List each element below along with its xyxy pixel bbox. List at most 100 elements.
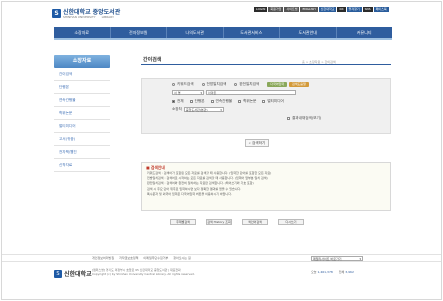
util-english[interactable]: ENGLISH — [300, 7, 318, 12]
util-sns[interactable]: SNS — [362, 7, 373, 12]
chevron-down-icon: ▾ — [359, 256, 361, 261]
search-guide-box: ■ 검색안내 키워드검색 : 검색어가 포함된 모든 자료를 검색할 때 사용합… — [141, 162, 391, 211]
library-logo[interactable]: S 신한대학교 중앙도서관 SHINHAN UNIVERSITY LIBRARY — [52, 7, 120, 19]
subject-search-button[interactable]: 주제별검색 — [170, 219, 196, 225]
search-history-button[interactable]: 검색 History 조회 — [206, 219, 232, 225]
util-join[interactable]: 회원가입 — [268, 7, 284, 12]
location-select-value: 중앙도서관(본관) — [185, 107, 208, 112]
util-kr[interactable]: KR — [337, 7, 346, 12]
search-icon: ⌕ — [248, 141, 251, 145]
scope-keyword-radio[interactable] — [172, 83, 175, 86]
multilingual-input-button[interactable]: 다국어입력 — [267, 82, 288, 87]
type-all-label: 전체 — [177, 99, 184, 103]
location-select[interactable]: 중앙도서관(본관) ▾ — [183, 107, 224, 112]
search-input[interactable]: 아마존 — [206, 90, 296, 95]
sidebar-item-multimedia[interactable]: 멀티미디어 — [54, 120, 110, 133]
scope-keyword-label: 키워드검색 — [177, 82, 194, 86]
chevron-down-icon: ▾ — [200, 90, 202, 95]
footer-link-email[interactable]: 이메일무단수집거부 — [143, 256, 168, 261]
chevron-down-icon: ▾ — [220, 107, 222, 112]
page-title: 간이검색 — [143, 57, 162, 63]
type-multimedia-label: 멀티미디어 — [267, 99, 284, 103]
footer-address: [캠퍼스명] 경기도 의정부시 호암로 95 신한대학교 중앙도서관 | 대표전… — [92, 268, 195, 276]
stat-total-label: 전체 — [338, 270, 345, 274]
sidebar-item-new-arrivals[interactable]: 신착자료 — [54, 159, 110, 172]
sidebar-item-serials[interactable]: 연속간행물 — [54, 94, 110, 107]
scope-exact-radio[interactable] — [234, 83, 238, 86]
util-sitemap[interactable]: 사이트맵 — [284, 7, 300, 12]
index-search-button[interactable]: 색인어검색 — [242, 219, 268, 225]
util-login[interactable]: LOGIN — [254, 7, 268, 12]
page-frame: S 신한대학교 중앙도서관 SHINHAN UNIVERSITY LIBRARY… — [1, 1, 442, 300]
stat-total: 전체 3,962 — [339, 270, 354, 274]
footer-link-privacy[interactable]: 개인정보처리방침 — [92, 256, 114, 261]
util-facebook[interactable]: 페이스북 — [373, 7, 389, 12]
sidebar-item-theses[interactable]: 학위논문 — [54, 107, 110, 120]
site-header: S 신한대학교 중앙도서관 SHINHAN UNIVERSITY LIBRARY… — [2, 2, 441, 22]
gnb-services[interactable]: 도서관서비스 — [224, 27, 280, 38]
sidebar: 소장자료 간이검색 단행본 연속간행물 학위논문 멀티미디어 고서(귀중) 전자… — [54, 55, 110, 172]
reset-button[interactable]: 다시쓰기 — [278, 219, 304, 225]
footer-university-name: 신한대학교 — [64, 271, 92, 278]
university-name-en: SHINHAN UNIVERSITY — [63, 15, 96, 19]
stat-today: 오늘 1,461,378 — [311, 270, 333, 274]
university-emblem-icon: S — [52, 8, 61, 18]
gnb-my-library[interactable]: 나의도서관 — [167, 27, 224, 38]
stat-total-value: 3,962 — [345, 270, 354, 274]
result-limit-checkbox[interactable] — [287, 117, 290, 120]
utility-menu: LOGIN 회원가입 사이트맵 ENGLISH 신한대학교 KR 즐겨찾기 SN… — [254, 7, 389, 12]
type-serials-checkbox[interactable] — [210, 100, 214, 103]
search-panel: 키워드검색 전방일치검색 완전일치검색 다국어입력 검색도움말 서 명 ▾ 아마… — [141, 78, 391, 134]
util-favorite[interactable]: 즐겨찾기 — [346, 7, 362, 12]
gnb-holdings[interactable]: 소장자료 — [54, 27, 111, 38]
sidebar-item-books[interactable]: 단행본 — [54, 81, 110, 94]
search-help-button[interactable]: 검색도움말 — [289, 82, 309, 87]
guide-list: 키워드검색 : 검색어가 포함된 모든 자료를 검색할 때 사용합니다. (입력… — [147, 171, 271, 197]
footer-link-directions[interactable]: 찾아오시는 길 — [173, 256, 191, 261]
guide-line: 특수문자 및 외국어 입력은 다국어입력 버튼을 이용하시기 바랍니다. — [147, 191, 232, 196]
title-divider — [141, 64, 391, 65]
footer-copyright: Copyright (c) by Shinhan University Cent… — [92, 272, 195, 277]
main-navigation: 소장자료 전자정보원 나의도서관 도서관서비스 도서관안내 커뮤니티 — [54, 27, 392, 38]
type-books-checkbox[interactable] — [189, 100, 193, 103]
scope-prefix-radio[interactable] — [201, 83, 205, 86]
guide-title-text: 검색안내 — [150, 165, 165, 170]
footer-logo: S 신한대학교 — [54, 269, 92, 278]
gnb-guide[interactable]: 도서관안내 — [280, 27, 337, 38]
type-serials-label: 연속간행물 — [215, 99, 233, 103]
search-query-row: 서 명 ▾ 아마존 — [172, 90, 296, 95]
type-books-label: 단행본 — [194, 99, 205, 103]
result-limit-label: 결과내재검색(보기) — [292, 116, 322, 120]
scope-exact-label: 완전일치검색 — [239, 82, 260, 86]
university-emblem-icon: S — [54, 269, 62, 278]
location-label: 소장처 — [172, 107, 182, 111]
gnb-divider — [54, 38, 392, 40]
logo-text: 신한대학교 중앙도서관 SHINHAN UNIVERSITY LIBRARY — [63, 7, 120, 19]
type-all-checkbox[interactable] — [172, 100, 175, 103]
search-button[interactable]: ⌕ 검색하기 — [245, 139, 269, 147]
stat-today-value: 1,461,378 — [317, 270, 333, 274]
scope-prefix-label: 전방일치검색 — [206, 82, 227, 86]
stat-today-label: 오늘 — [311, 270, 317, 274]
type-multimedia-checkbox[interactable] — [262, 100, 266, 103]
search-scope-group: 키워드검색 전방일치검색 완전일치검색 다국어입력 검색도움말 — [172, 82, 309, 87]
type-theses-label: 학위논문 — [243, 99, 257, 103]
material-type-group: 전체 단행본 연속간행물 학위논문 멀티미디어 — [172, 99, 284, 104]
family-site-select[interactable]: 패밀리사이트 바로가기 ▾ — [311, 256, 363, 261]
gnb-community[interactable]: 커뮤니티 — [337, 27, 393, 38]
info-icon: ■ — [146, 165, 150, 170]
sidebar-item-simple-search[interactable]: 간이검색 — [54, 68, 110, 81]
search-button-label: 검색하기 — [251, 141, 266, 145]
sidebar-item-old-books[interactable]: 고서(귀중) — [54, 133, 110, 146]
guide-line: 완전일치검색 : 검색어와 완전히 일치하는 자료만 검색합니다. (띄어쓰기와… — [147, 181, 254, 186]
action-buttons: 주제별검색 검색 History 조회 색인어검색 다시쓰기 — [170, 219, 304, 225]
gnb-e-resources[interactable]: 전자정보원 — [111, 27, 167, 38]
footer-links-bar: 개인정보처리방침 저작권보호정책 이메일무단수집거부 찾아오시는 길 패밀리사이… — [2, 254, 441, 262]
visitor-stats: 오늘 1,461,378 전체 3,962 — [311, 270, 354, 274]
field-select[interactable]: 서 명 ▾ — [172, 90, 204, 95]
util-university[interactable]: 신한대학교 — [318, 7, 337, 12]
sidebar-item-ebooks[interactable]: 전자책/웹진 — [54, 146, 110, 159]
type-theses-checkbox[interactable] — [238, 100, 242, 103]
footer-link-copyright[interactable]: 저작권보호정책 — [119, 256, 138, 261]
location-row: 소장처 중앙도서관(본관) ▾ — [172, 107, 224, 112]
